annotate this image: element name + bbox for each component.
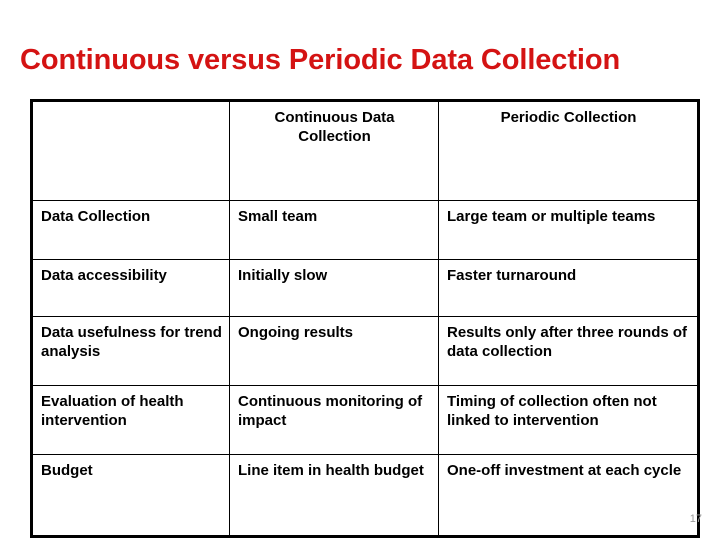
table-header-corner: [31, 100, 230, 201]
cell-periodic-data-usefulness: Results only after three rounds of data …: [438, 316, 699, 386]
row-label-evaluation: Evaluation of health intervention: [31, 385, 230, 455]
table-header-row: Continuous Data Collection Periodic Coll…: [31, 100, 699, 201]
table-row: Data usefulness for trend analysis Ongoi…: [31, 316, 699, 386]
cell-continuous-data-accessibility: Initially slow: [229, 259, 439, 317]
cell-continuous-data-usefulness: Ongoing results: [229, 316, 439, 386]
row-label-data-usefulness: Data usefulness for trend analysis: [31, 316, 230, 386]
cell-periodic-data-accessibility: Faster turnaround: [438, 259, 699, 317]
table-row: Data Collection Small team Large team or…: [31, 200, 699, 260]
comparison-table: Continuous Data Collection Periodic Coll…: [30, 99, 700, 538]
table-header-periodic: Periodic Collection: [438, 100, 699, 201]
page-title: Continuous versus Periodic Data Collecti…: [20, 44, 621, 76]
table-row: Evaluation of health intervention Contin…: [31, 385, 699, 455]
page-number: 17: [689, 513, 702, 525]
cell-continuous-evaluation: Continuous monitoring of impact: [229, 385, 439, 455]
row-label-data-collection: Data Collection: [31, 200, 230, 260]
row-label-data-accessibility: Data accessibility: [31, 259, 230, 317]
table-row: Budget Line item in health budget One-of…: [31, 454, 699, 537]
cell-continuous-data-collection: Small team: [229, 200, 439, 260]
table-row: Data accessibility Initially slow Faster…: [31, 259, 699, 317]
slide: Continuous versus Periodic Data Collecti…: [0, 0, 720, 540]
row-label-budget: Budget: [31, 454, 230, 537]
cell-continuous-budget: Line item in health budget: [229, 454, 439, 537]
table-header-continuous: Continuous Data Collection: [229, 100, 439, 201]
cell-periodic-budget: One-off investment at each cycle: [438, 454, 699, 537]
cell-periodic-data-collection: Large team or multiple teams: [438, 200, 699, 260]
cell-periodic-evaluation: Timing of collection often not linked to…: [438, 385, 699, 455]
